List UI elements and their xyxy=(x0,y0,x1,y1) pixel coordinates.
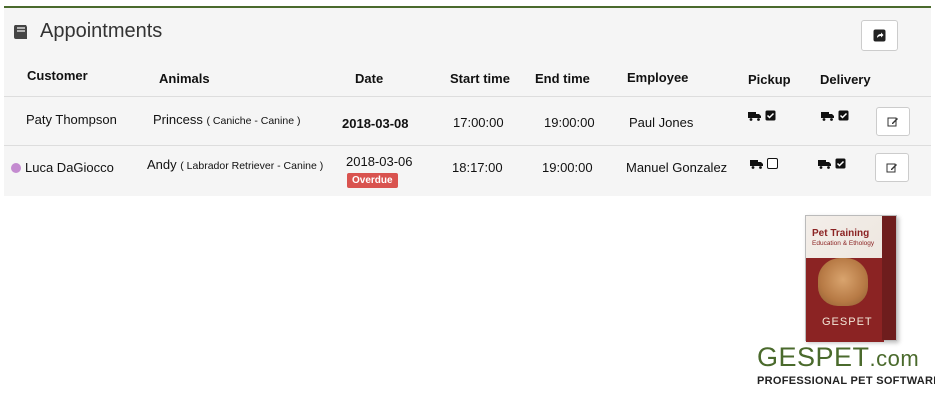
delivery-indicator xyxy=(818,158,846,169)
edit-button[interactable] xyxy=(876,107,910,136)
truck-icon xyxy=(821,111,834,121)
animal-name[interactable]: Princess ( Caniche - Canine ) xyxy=(153,112,300,127)
col-end-time: End time xyxy=(535,71,590,86)
col-date: Date xyxy=(355,71,384,86)
overdue-badge: Overdue xyxy=(347,173,398,188)
appointments-panel: Appointments Customer Animals Date Start… xyxy=(4,6,931,196)
delivery-checkbox[interactable] xyxy=(838,110,849,121)
end-time: 19:00:00 xyxy=(542,160,593,175)
edit-icon xyxy=(886,163,897,172)
col-employee: Employee xyxy=(627,70,689,85)
status-dot xyxy=(11,163,21,173)
col-pickup: Pickup xyxy=(748,72,791,87)
pickup-indicator xyxy=(748,110,776,121)
row-divider xyxy=(4,145,931,146)
animal-name[interactable]: Andy ( Labrador Retriever - Canine ) xyxy=(147,157,323,172)
share-icon xyxy=(873,29,886,42)
page-title: Appointments xyxy=(40,20,163,42)
box-brand: GESPET xyxy=(822,316,873,328)
employee-name: Manuel Gonzalez xyxy=(626,160,728,175)
truck-icon xyxy=(818,159,831,169)
gespet-ad: Pet Training Education & Ethology GESPET… xyxy=(752,212,935,399)
truck-icon xyxy=(750,159,763,169)
appointment-date: 2018-03-06 xyxy=(346,154,413,169)
delivery-indicator xyxy=(821,110,849,121)
col-customer: Customer xyxy=(27,68,88,83)
edit-icon xyxy=(887,117,898,126)
share-button[interactable] xyxy=(861,20,898,51)
appointment-date: 2018-03-08 xyxy=(342,116,409,131)
brand-logo: GESPET.com xyxy=(757,342,919,373)
box-subtitle: Education & Ethology xyxy=(812,240,875,247)
product-box: Pet Training Education & Ethology GESPET xyxy=(805,215,897,342)
panel-header: Appointments xyxy=(12,20,162,43)
header-divider xyxy=(4,96,931,97)
end-time: 19:00:00 xyxy=(544,115,595,130)
pickup-checkbox[interactable] xyxy=(765,110,776,121)
customer-name[interactable]: Paty Thompson xyxy=(26,112,117,127)
employee-name: Paul Jones xyxy=(629,115,694,130)
book-icon xyxy=(13,24,27,39)
brand-suffix: .com xyxy=(869,346,920,371)
edit-button[interactable] xyxy=(875,153,909,182)
animal-name-text: Princess xyxy=(153,112,203,127)
box-title: Pet Training xyxy=(812,228,870,239)
start-time: 17:00:00 xyxy=(453,115,504,130)
brand-tagline: PROFESSIONAL PET SOFTWARE xyxy=(757,375,935,387)
box-spine xyxy=(882,216,896,340)
col-start-time: Start time xyxy=(450,71,510,86)
delivery-checkbox[interactable] xyxy=(835,158,846,169)
dog-image xyxy=(818,258,868,306)
pickup-checkbox[interactable] xyxy=(767,158,778,169)
animal-detail: ( Caniche - Canine ) xyxy=(206,115,301,127)
start-time: 18:17:00 xyxy=(452,160,503,175)
pickup-indicator xyxy=(750,158,778,169)
animal-detail: ( Labrador Retriever - Canine ) xyxy=(180,160,324,172)
animal-name-text: Andy xyxy=(147,157,177,172)
customer-name[interactable]: Luca DaGiocco xyxy=(25,160,114,175)
col-animals: Animals xyxy=(159,71,210,86)
truck-icon xyxy=(748,111,761,121)
col-delivery: Delivery xyxy=(820,72,871,87)
brand-main: GESPET xyxy=(757,342,870,372)
